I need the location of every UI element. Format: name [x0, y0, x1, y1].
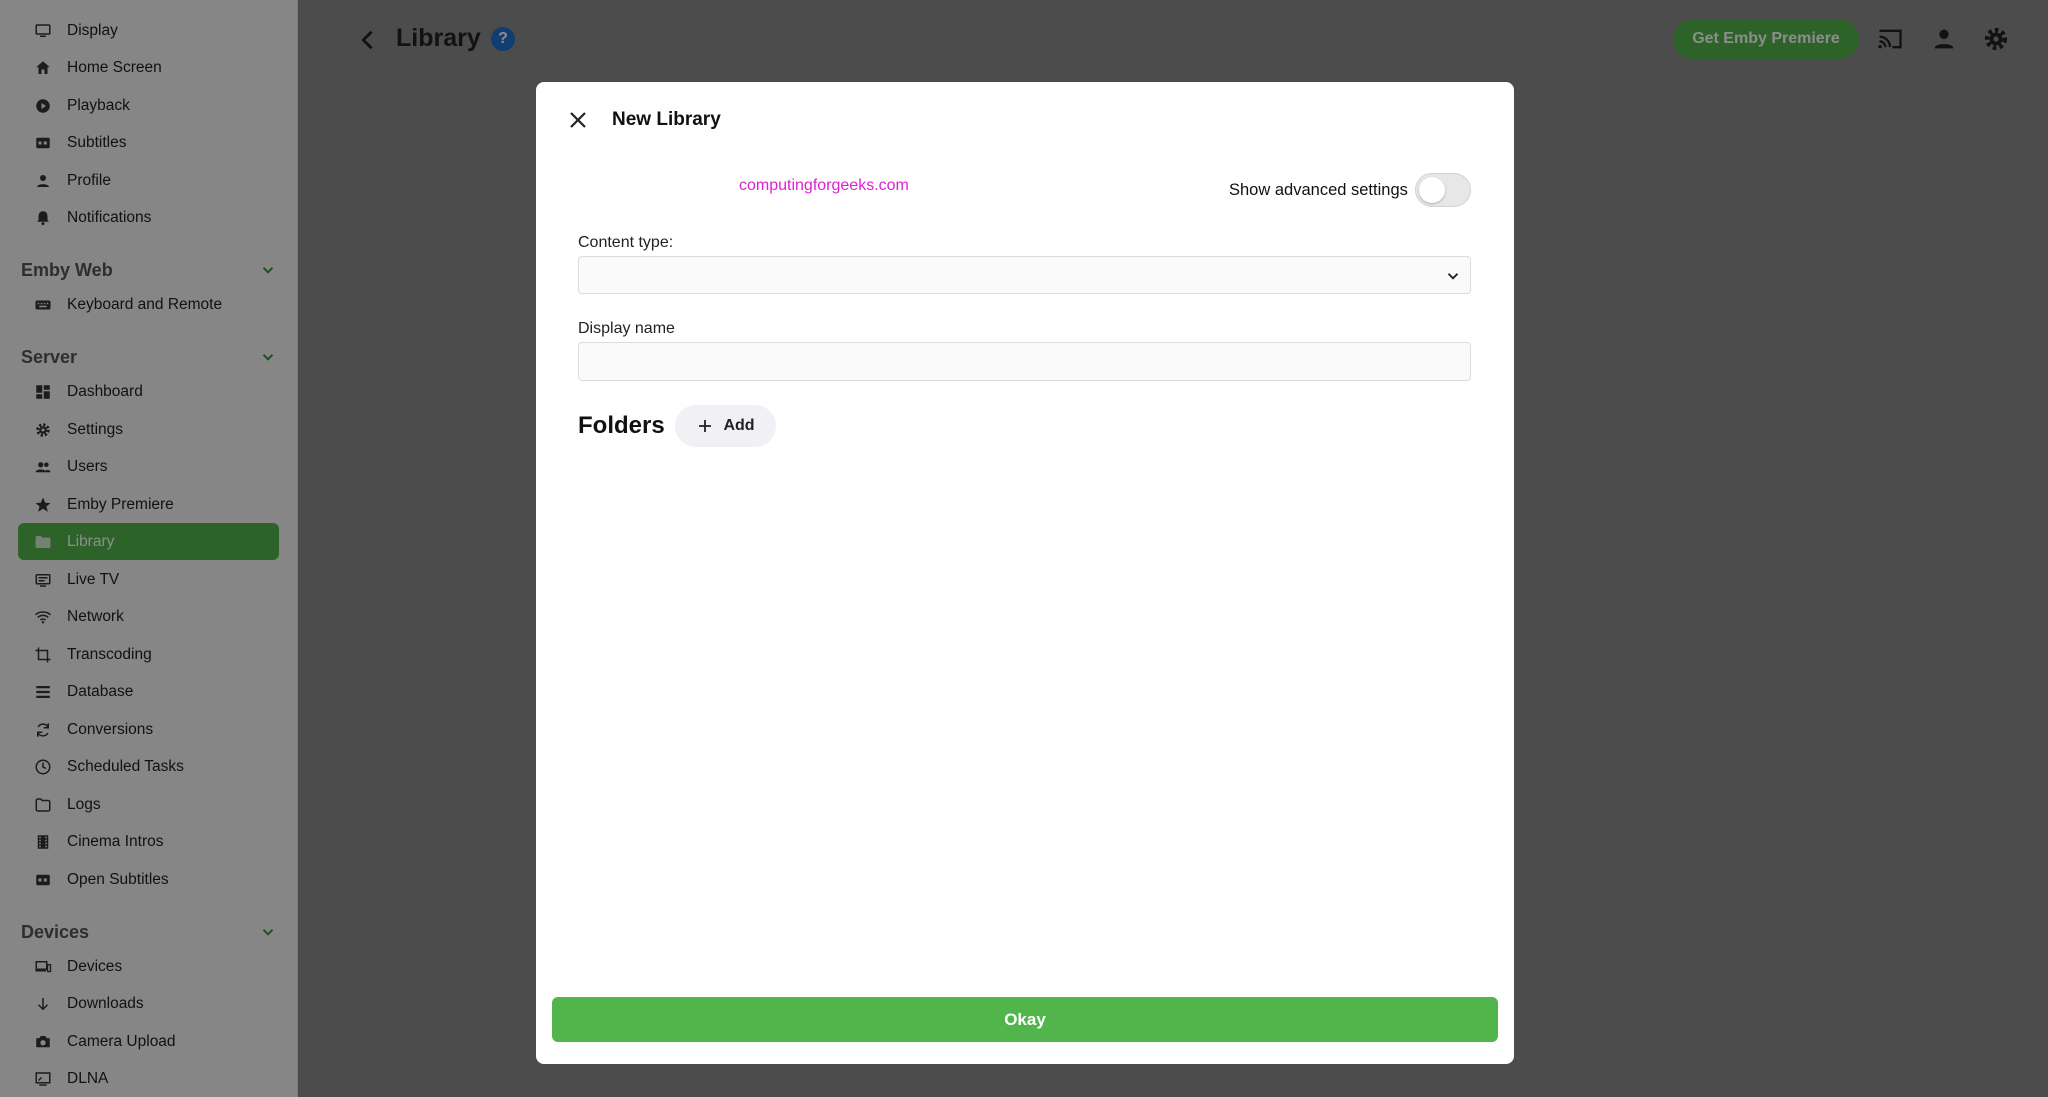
- okay-button[interactable]: Okay: [552, 997, 1498, 1042]
- plus-icon: [699, 420, 712, 432]
- add-folder-button[interactable]: Add: [675, 405, 776, 447]
- close-icon[interactable]: [566, 108, 590, 132]
- chevron-down-icon: [1447, 273, 1459, 280]
- display-name-input[interactable]: [578, 342, 1471, 381]
- watermark-text: computingforgeeks.com: [739, 177, 909, 194]
- advanced-settings-toggle[interactable]: [1415, 173, 1471, 207]
- advanced-settings-label: Show advanced settings: [1229, 181, 1408, 199]
- content-type-label: Content type:: [578, 234, 674, 251]
- content-type-select[interactable]: [578, 256, 1471, 294]
- add-label: Add: [723, 417, 755, 434]
- new-library-dialog: New Library computingforgeeks.com Show a…: [536, 82, 1514, 1064]
- folders-heading: Folders: [578, 412, 665, 439]
- toggle-knob: [1419, 177, 1445, 203]
- display-name-label: Display name: [578, 320, 675, 337]
- dialog-title: New Library: [612, 109, 721, 130]
